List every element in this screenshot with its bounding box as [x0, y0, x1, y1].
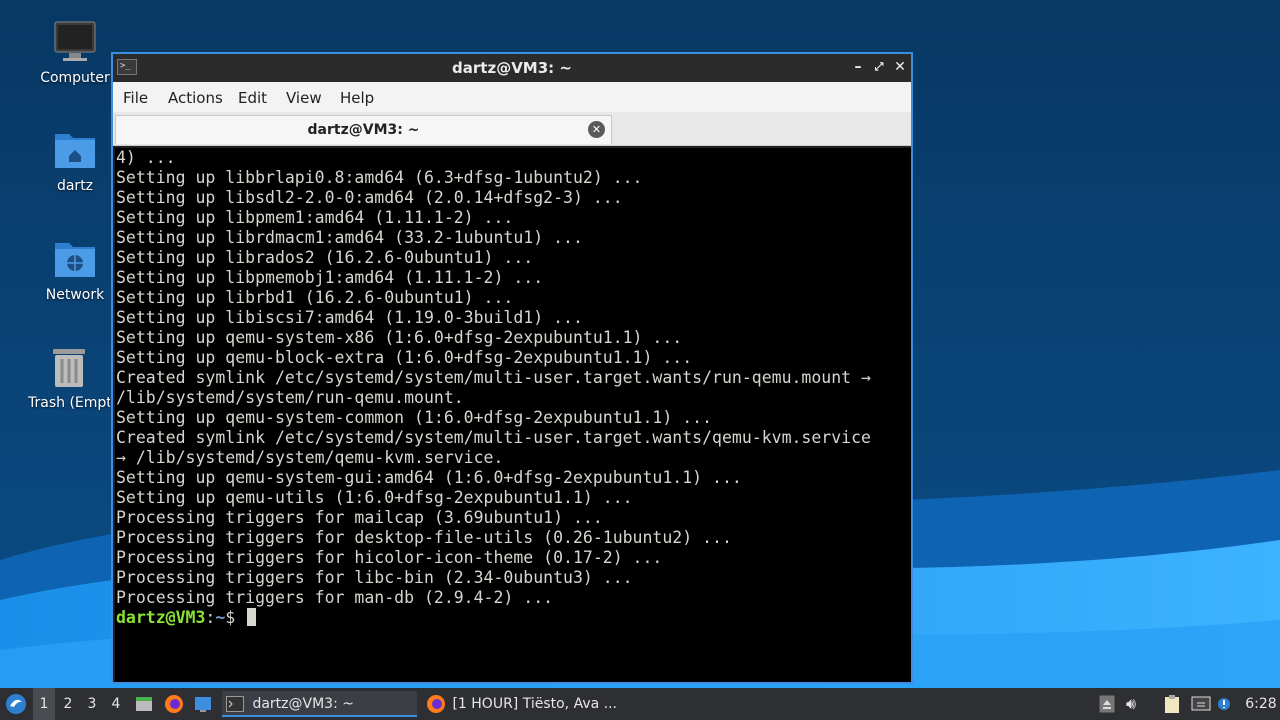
desktop-icon-network[interactable]: Network [30, 235, 120, 303]
workspace-4[interactable]: 4 [105, 688, 127, 720]
volume-icon[interactable]: 🔊︎ [1126, 688, 1146, 720]
firefox-icon [165, 695, 183, 713]
terminal-line: /lib/systemd/system/run-qemu.mount. [116, 388, 464, 407]
menubar: File Actions Edit View Help [113, 82, 911, 112]
terminal-line: Setting up qemu-system-common (1:6.0+dfs… [116, 408, 713, 427]
desktop-icon-label: Network [45, 287, 105, 303]
prompt-path: ~ [215, 608, 226, 627]
desktop-icon [195, 697, 211, 712]
terminal-line: Processing triggers for hicolor-icon-the… [116, 548, 663, 567]
tab-close-icon[interactable]: ✕ [588, 121, 605, 138]
task-terminal[interactable]: dartz@VM3: ~ [222, 691, 417, 717]
menu-help[interactable]: Help [340, 89, 374, 107]
terminal-line: → /lib/systemd/system/qemu-kvm.service. [116, 448, 504, 467]
start-menu-button[interactable] [4, 688, 28, 720]
workspace-3[interactable]: 3 [81, 688, 103, 720]
terminal-line: Processing triggers for man-db (2.9.4-2)… [116, 588, 554, 607]
terminal-line: Setting up qemu-utils (1:6.0+dfsg-2expub… [116, 488, 633, 507]
terminal-line: Setting up libpmemobj1:amd64 (1.11.1-2) … [116, 268, 544, 287]
network-icon [1191, 696, 1211, 711]
prompt-symbol: $ [225, 608, 246, 627]
eject-icon [1099, 695, 1115, 713]
desktop-icon-home[interactable]: dartz [30, 126, 120, 194]
desktop-icon-computer[interactable]: Computer [30, 18, 120, 86]
close-button[interactable]: ✕ [891, 58, 909, 76]
tab-terminal[interactable]: dartz@VM3: ~ ✕ [115, 115, 612, 144]
lubuntu-logo-icon [6, 694, 26, 714]
workspace-1[interactable]: 1 [33, 688, 55, 720]
terminal-line: Created symlink /etc/systemd/system/mult… [116, 368, 871, 387]
network-button[interactable] [1191, 688, 1211, 720]
clock[interactable]: 6:28 [1245, 688, 1277, 720]
terminal-icon [226, 696, 244, 712]
terminal-output[interactable]: 4) ... Setting up libbrlapi0.8:amd64 (6.3… [115, 148, 911, 682]
terminal-prompt: dartz@VM3:~$ [116, 608, 257, 628]
prompt-separator: : [205, 608, 216, 627]
menu-edit[interactable]: Edit [238, 89, 267, 107]
minimize-button[interactable]: – [849, 58, 867, 76]
tab-bar: dartz@VM3: ~ ✕ [113, 112, 911, 146]
desktop-icon-label: Trash (Empty) [28, 395, 110, 411]
menu-view[interactable]: View [286, 89, 322, 107]
file-manager-launcher[interactable] [134, 688, 154, 720]
terminal-line: Setting up qemu-system-gui:amd64 (1:6.0+… [116, 468, 742, 487]
terminal-line: Setting up libsdl2-2.0-0:amd64 (2.0.14+d… [116, 188, 623, 207]
task-firefox[interactable]: [1 HOUR] Tiësto, Ava ... [424, 691, 624, 717]
update-notifier-button[interactable] [1217, 688, 1233, 720]
maximize-button[interactable]: ⤢ [870, 58, 888, 76]
firefox-icon [427, 695, 445, 713]
terminal-line: Setting up libbrlapi0.8:amd64 (6.3+dfsg-… [116, 168, 643, 187]
clipboard-icon [1165, 695, 1179, 713]
window-title: dartz@VM3: ~ [452, 59, 572, 77]
menu-actions[interactable]: Actions [168, 89, 223, 107]
terminal-line: Processing triggers for mailcap (3.69ubu… [116, 508, 603, 527]
terminal-line: Processing triggers for desktop-file-uti… [116, 528, 732, 547]
terminal-window[interactable]: >_ dartz@VM3: ~ – ⤢ ✕ File Actions Edit … [111, 52, 913, 684]
update-icon [1218, 698, 1230, 710]
terminal-cursor [247, 608, 257, 626]
terminal-line: Setting up librados2 (16.2.6-0ubuntu1) .… [116, 248, 534, 267]
terminal-line: Processing triggers for libc-bin (2.34-0… [116, 568, 633, 587]
desktop-icon-label: dartz [56, 178, 94, 194]
trash-icon [53, 349, 85, 387]
clipboard-button[interactable] [1163, 688, 1183, 720]
network-folder-icon [55, 243, 95, 277]
window-titlebar[interactable]: >_ dartz@VM3: ~ – ⤢ ✕ [113, 54, 911, 82]
terminal-line: Setting up librbd1 (16.2.6-0ubuntu1) ... [116, 288, 514, 307]
terminal-line: Setting up qemu-block-extra (1:6.0+dfsg-… [116, 348, 693, 367]
desktop-icon-label: Computer [40, 70, 110, 86]
taskbar: 1 2 3 4 dartz@VM3: ~ [1 HOUR] Tiësto, Av… [0, 688, 1280, 720]
terminal-line: Setting up librdmacm1:amd64 (33.2-1ubunt… [116, 228, 583, 247]
task-label: dartz@VM3: ~ [252, 696, 354, 712]
terminal-line: Created symlink /etc/systemd/system/mult… [116, 428, 871, 447]
home-folder-icon [55, 134, 95, 168]
eject-button[interactable] [1099, 688, 1117, 720]
workspace-2[interactable]: 2 [57, 688, 79, 720]
show-desktop-button[interactable] [193, 688, 213, 720]
file-manager-icon [136, 697, 152, 711]
terminal-line: Setting up libpmem1:amd64 (1.11.1-2) ... [116, 208, 514, 227]
terminal-line: 4) ... [116, 148, 176, 167]
terminal-line: Setting up qemu-system-x86 (1:6.0+dfsg-2… [116, 328, 683, 347]
terminal-line: Setting up libiscsi7:amd64 (1.19.0-3buil… [116, 308, 583, 327]
task-label: [1 HOUR] Tiësto, Ava ... [452, 696, 618, 712]
prompt-user-host: dartz@VM3 [116, 608, 206, 627]
tab-label: dartz@VM3: ~ [307, 122, 420, 138]
menu-file[interactable]: File [123, 89, 148, 107]
firefox-launcher[interactable] [164, 688, 184, 720]
desktop-icon-trash[interactable]: Trash (Empty) [28, 343, 110, 411]
computer-icon [54, 21, 96, 61]
